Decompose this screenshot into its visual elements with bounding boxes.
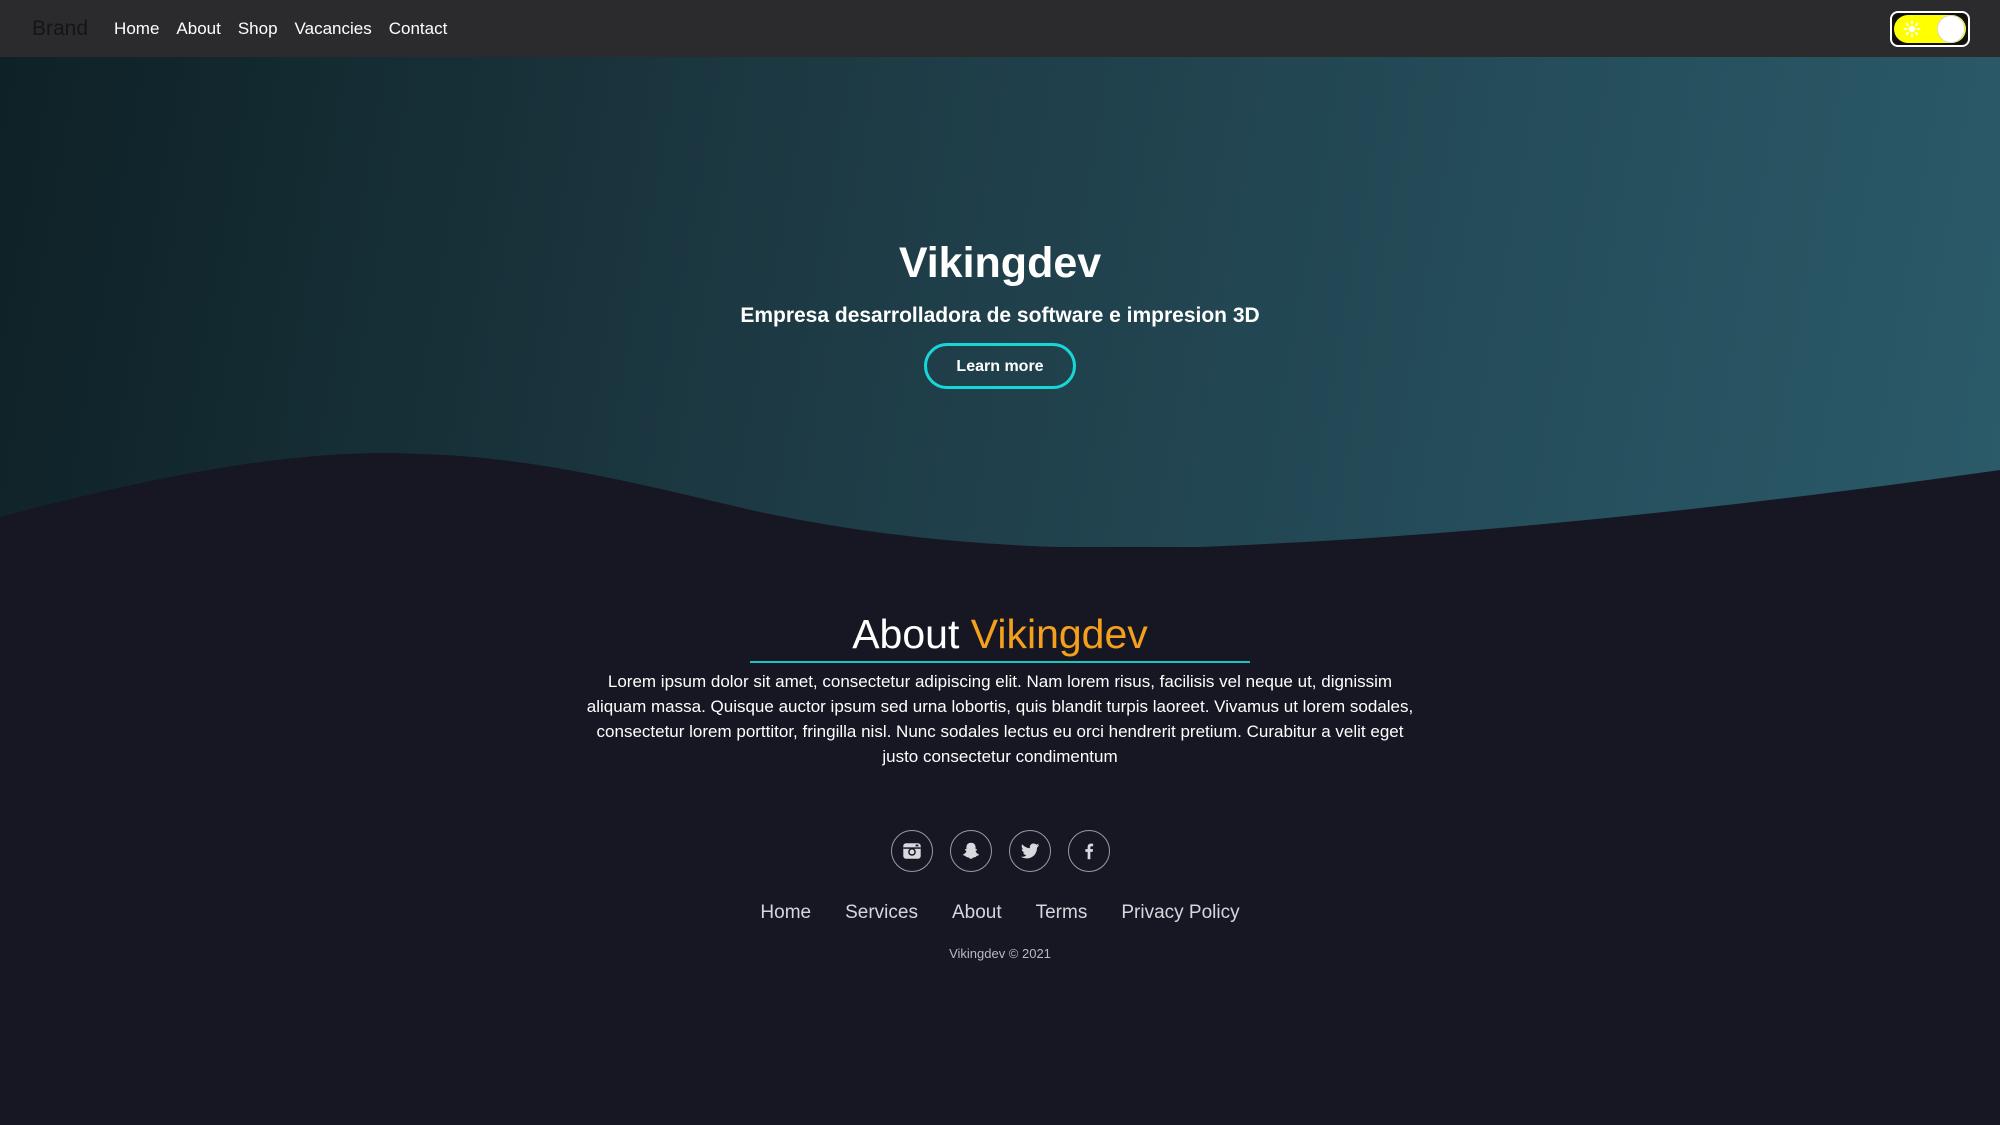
about-heading-accent: Vikingdev — [970, 611, 1148, 657]
instagram-icon — [902, 843, 921, 859]
nav-link-about[interactable]: About — [176, 19, 220, 39]
nav-links: Home About Shop Vacancies Contact — [114, 19, 464, 39]
brand-link[interactable]: Brand — [32, 17, 88, 41]
twitter-button[interactable] — [1008, 830, 1051, 872]
theme-toggle-knob — [1937, 15, 1965, 43]
snapchat-icon — [962, 842, 979, 859]
footer-link-terms[interactable]: Terms — [1036, 902, 1088, 924]
snapchat-button[interactable] — [949, 830, 992, 872]
footer-link-home[interactable]: Home — [760, 902, 811, 924]
about-underline — [750, 661, 1250, 664]
copyright-text: Vikingdev © 2021 — [949, 946, 1051, 961]
footer-links: Home Services About Terms Privacy Policy — [0, 902, 2000, 924]
about-heading: About Vikingdev — [0, 610, 2000, 659]
theme-toggle-track — [1894, 15, 1966, 43]
about-heading-prefix: About — [852, 611, 960, 657]
hero-section: Vikingdev Empresa desarrolladora de soft… — [0, 57, 2000, 547]
learn-more-button[interactable]: Learn more — [924, 343, 1076, 389]
navbar: Brand Home About Shop Vacancies Contact — [0, 0, 2000, 57]
sun-icon — [1903, 20, 1921, 38]
instagram-button[interactable] — [890, 830, 933, 872]
footer-link-about[interactable]: About — [952, 902, 1002, 924]
nav-link-shop[interactable]: Shop — [238, 19, 278, 39]
nav-link-home[interactable]: Home — [114, 19, 159, 39]
twitter-icon — [1020, 843, 1039, 859]
theme-toggle[interactable] — [1890, 11, 1970, 47]
hero-content: Vikingdev Empresa desarrolladora de soft… — [0, 242, 2000, 389]
footer-link-services[interactable]: Services — [845, 902, 918, 924]
social-links — [0, 830, 2000, 872]
facebook-icon — [1084, 843, 1093, 860]
hero-subtitle: Empresa desarrolladora de software e imp… — [740, 304, 1260, 327]
nav-link-contact[interactable]: Contact — [389, 19, 448, 39]
facebook-button[interactable] — [1067, 830, 1110, 872]
nav-link-vacancies[interactable]: Vacancies — [295, 19, 372, 39]
hero-title: Vikingdev — [898, 239, 1102, 287]
footer-link-privacy-policy[interactable]: Privacy Policy — [1121, 902, 1239, 924]
about-text: Lorem ipsum dolor sit amet, consectetur … — [586, 672, 1414, 767]
about-section: About Vikingdev Lorem ipsum dolor sit am… — [0, 610, 2000, 769]
